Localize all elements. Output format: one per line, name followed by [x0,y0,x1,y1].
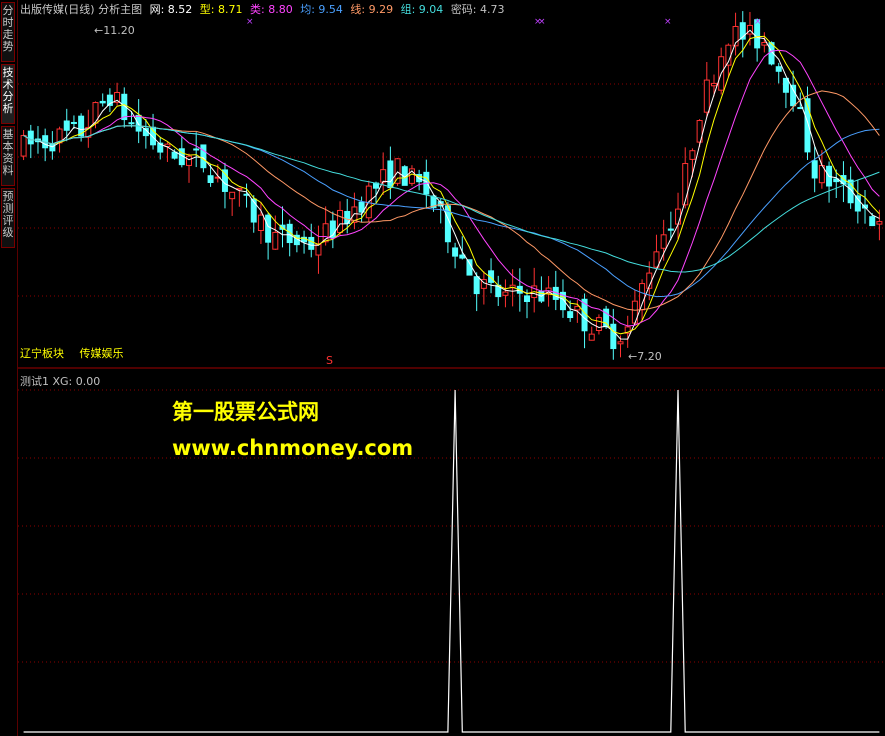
candle-body [588,333,595,341]
candles [20,11,883,360]
candle-body [782,77,789,93]
candle-body [639,283,646,311]
tab-intraday[interactable]: 分时走势 [1,2,15,62]
indicator-value: 密码: 4.73 [450,3,505,16]
xg-signal-line [23,389,880,733]
indicator-header: 测试1 XG: 0.00 [20,375,101,388]
signal-x-marker: × [754,17,762,27]
candle-body [811,160,818,179]
indicator-value: 型: 8.71 [199,3,243,16]
candle-body [200,144,207,169]
indicator-value: 线: 9.29 [350,3,394,16]
high-price-label: ←11.20 [94,24,135,37]
candle-body [394,158,401,184]
moving-average-line [23,125,880,298]
indicator-value: 网: 8.52 [149,3,193,16]
candle-body [257,214,264,232]
candle-body [854,195,861,212]
candle-body [99,100,106,104]
candle-body [70,121,77,124]
signal-x-marker: × [246,17,254,27]
candle-body [703,79,710,113]
indicator-panel[interactable] [18,370,885,736]
candle-body [452,247,459,257]
candle-body [49,143,56,152]
chart-title: 出版传媒(日线) 分析主图 [20,3,143,16]
sector-label[interactable]: 传媒娱乐 [80,347,124,360]
candle-body [27,130,34,145]
candle-body [682,163,689,206]
indicator-info-bar: 出版传媒(日线) 分析主图 网: 8.52 型: 8.71 类: 8.80 均:… [20,2,509,18]
candle-body [207,175,214,184]
stock-chart-window: 分时走势 技术分析 基本资料 预测评级 × × × × × S 出版传媒(日线) 分析主图… [0,0,885,736]
candle-body [667,228,674,231]
candle-body [790,84,797,107]
indicator-value: 类: 8.80 [250,3,293,16]
low-price-label: ←7.20 [628,350,662,363]
side-tab-bar: 分时走势 技术分析 基本资料 预测评级 [0,0,18,736]
candle-body [869,216,876,227]
candle-body [63,120,70,131]
candle-body [567,311,574,319]
sector-label[interactable]: 辽宁板块 [20,347,64,360]
candle-body [186,155,193,166]
candle-body [250,198,257,223]
candle-body [710,82,717,87]
candle-body [380,169,387,183]
s-signal-marker: S [326,354,333,367]
candle-body [617,341,624,345]
arrow-icon: ← [628,350,638,363]
signal-x-marker: × [538,17,546,27]
sector-labels: 辽宁板块 传媒娱乐 [20,345,136,361]
signal-x-marker: × [664,17,672,27]
moving-average-line [23,49,880,327]
candle-body [689,150,696,160]
candle-body [272,231,279,250]
candle-body [595,317,602,331]
moving-average-line [23,90,880,311]
candle-body [315,243,322,256]
candle-body [675,208,682,225]
candle-body [337,209,344,233]
candle-body [128,122,135,125]
candle-body [473,276,480,295]
candle-body [229,191,236,200]
candle-body [761,42,768,46]
candle-body [660,234,667,249]
candle-body [466,259,473,276]
price-chart-panel[interactable]: × ×× × ×S [18,0,885,370]
candle-body [20,134,27,157]
candle-body [524,295,531,302]
candle-body [876,221,883,225]
tab-technical-analysis[interactable]: 技术分析 [1,64,15,124]
moving-average-line [23,125,880,273]
candle-body [265,214,272,243]
candle-body [502,291,509,296]
candle-body [775,66,782,72]
candle-body [610,323,617,350]
tab-fundamentals[interactable]: 基本资料 [1,126,15,186]
candle-body [308,236,315,250]
arrow-icon: ← [94,24,104,37]
moving-average-line [23,35,880,335]
indicator-value: 组: 9.04 [400,3,444,16]
watermark-title: 第一股票公式网 [172,400,319,424]
indicator-value: 均: 9.54 [300,3,343,16]
candle-body [387,160,394,189]
watermark-url: www.chnmoney.com [172,436,414,460]
candle-body [193,148,200,151]
tab-rating[interactable]: 预测评级 [1,188,15,248]
candle-body [135,114,142,132]
